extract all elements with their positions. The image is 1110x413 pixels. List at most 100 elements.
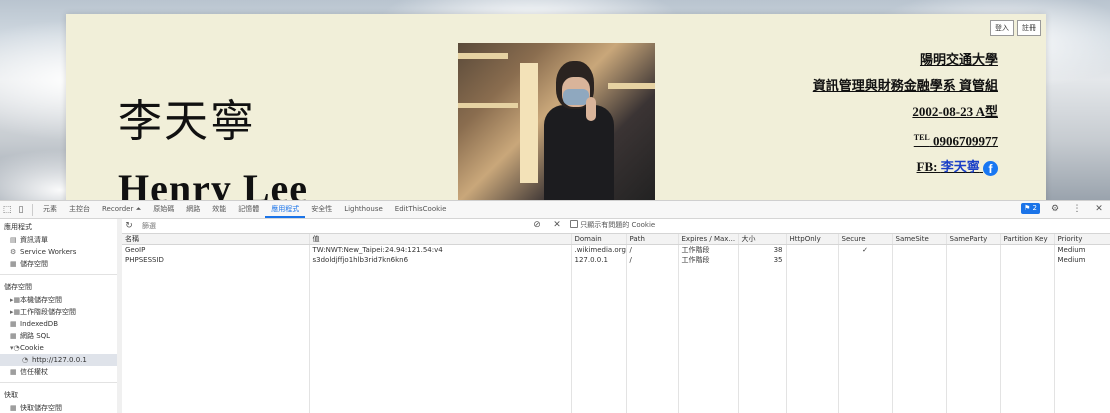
divider [32,203,33,216]
cookie-httponly [786,255,839,265]
sidebar-item-label: IndexedDB [20,320,58,328]
cookie-secure [838,255,893,265]
facebook-line[interactable]: FB: 李天寧 f [813,159,998,177]
facebook-icon[interactable]: f [983,161,998,177]
cookie-partition-key [1000,255,1055,265]
column-divider [786,256,787,413]
cookie-filterbar: ↻ ⊘ ✕ 只顯示有問題的 Cookie [122,219,1110,234]
delete-selected-icon[interactable]: ✕ [550,220,564,230]
refresh-icon[interactable]: ↻ [122,221,136,231]
sidebar-item-cookie-origin[interactable]: ◔ http://127.0.0.1 [0,354,117,366]
sidebar-item-cache-storage[interactable]: ▦ 快取儲存空間 [0,402,117,413]
sidebar-item-trust-tokens[interactable]: ▦ 信任權杖 [0,366,117,378]
cookie-domain: 127.0.0.1 [571,255,627,265]
gear-icon: ⚙ [10,248,17,256]
cookie-expires: 工作階段 [678,255,739,265]
column-header-path[interactable]: Path [626,234,679,245]
name-chinese: 李天寧 [118,97,256,146]
column-divider [1000,256,1001,413]
facebook-link[interactable]: 李天寧 [941,159,980,174]
sidebar-item-local-storage[interactable]: ▸▦本機儲存空間 [0,294,117,306]
tab-editthiscookie[interactable]: EditThisCookie [389,201,453,218]
sidebar-item-web-sql[interactable]: ▦ 網路 SQL [0,330,117,342]
close-icon[interactable]: ✕ [1092,204,1106,214]
column-divider [738,256,739,413]
birth-date: 2002-08-23 A型 [912,104,998,119]
column-header-domain[interactable]: Domain [571,234,627,245]
cookie-sameparty [946,244,1001,255]
divider [0,382,117,383]
issues-count: 2 [1032,204,1037,212]
cookie-path: / [626,244,679,255]
sidebar-item-label: 工作階段儲存空間 [20,308,76,316]
tab-sources[interactable]: 原始碼 [147,201,180,218]
application-sidebar: 應用程式 ▤ 資訊清單 ⚙ Service Workers ▦ 儲存空間 儲存空間 ▸… [0,219,118,413]
cookie-value: TW:NWT:New_Taipei:24.94:121.54:v4 [309,244,572,255]
column-header-priority[interactable]: Priority [1054,234,1110,245]
auth-bar: 登入 註冊 [990,20,1041,36]
cookie-panel: ↻ ⊘ ✕ 只顯示有問題的 Cookie 名稱 值 Domain Path [122,219,1110,413]
table-row[interactable]: GeoIP TW:NWT:New_Taipei:24.94:121.54:v4 … [122,244,1110,255]
cookie-name: PHPSESSID [122,255,310,265]
database-icon: ▦ [10,260,17,268]
cookie-table: 名稱 值 Domain Path Expires / Max... 大小 Htt… [122,234,1110,265]
sidebar-section-cache: 快取 [4,391,18,399]
tab-elements[interactable]: 元素 [37,201,63,218]
column-header-expires[interactable]: Expires / Max... [678,234,739,245]
phone-number: 0906709977 [933,133,998,149]
cookie-samesite [892,244,947,255]
column-divider [678,256,679,413]
sidebar-item-manifest[interactable]: ▤ 資訊清單 [0,234,117,246]
register-button[interactable]: 註冊 [1017,20,1041,36]
sidebar-item-label: 資訊清單 [20,236,48,244]
cookie-size: 38 [738,244,787,255]
issues-badge[interactable]: ⚑ 2 [1021,203,1040,214]
gear-icon[interactable]: ⚙ [1048,204,1062,214]
sidebar-item-storage[interactable]: ▦ 儲存空間 [0,258,117,270]
login-button[interactable]: 登入 [990,20,1014,36]
column-divider [626,256,627,413]
checkbox-box[interactable] [570,220,578,228]
column-divider [946,256,947,413]
school-name: 陽明交通大學 [919,52,998,67]
tab-recorder[interactable]: Recorder ⏶ [96,201,147,218]
device-toolbar-icon[interactable]: ▯ [14,205,28,215]
sidebar-item-cookies[interactable]: ▾◔Cookie [0,342,117,354]
only-issues-checkbox[interactable]: 只顯示有問題的 Cookie [570,220,655,230]
phone-line: TEL 0906709977 [813,130,998,148]
column-header-samesite[interactable]: SameSite [892,234,947,245]
more-options-icon[interactable]: ⋮ [1070,204,1084,214]
sidebar-section-storage: 儲存空間 [4,283,32,291]
tab-lighthouse[interactable]: Lighthouse [338,201,389,218]
column-divider [838,256,839,413]
column-header-value[interactable]: 值 [309,234,572,245]
sidebar-item-indexeddb[interactable]: ▦ IndexedDB [0,318,117,330]
cookie-domain: .wikimedia.org [571,244,627,255]
column-header-httponly[interactable]: HttpOnly [786,234,839,245]
column-header-sameparty[interactable]: SameParty [946,234,1001,245]
sidebar-item-label: 快取儲存空間 [20,404,62,412]
cookie-sameparty [946,255,1001,265]
filter-input[interactable] [140,221,524,231]
column-header-partition-key[interactable]: Partition Key [1000,234,1055,245]
column-header-size[interactable]: 大小 [738,234,787,245]
inspect-element-icon[interactable]: ⬚ [0,205,14,215]
sidebar-item-service-workers[interactable]: ⚙ Service Workers [0,246,117,258]
tab-performance[interactable]: 效能 [206,201,232,218]
tab-console[interactable]: 主控台 [63,201,96,218]
column-header-secure[interactable]: Secure [838,234,893,245]
database-icon: ▦ [10,368,17,376]
clear-all-icon[interactable]: ⊘ [530,220,544,230]
cookie-icon: ◔ [22,356,29,364]
tab-application[interactable]: 應用程式 [265,201,306,218]
tab-memory[interactable]: 記憶體 [232,201,265,218]
tab-network[interactable]: 網路 [180,201,206,218]
sidebar-item-label: http://127.0.0.1 [32,356,87,364]
sidebar-item-label: Service Workers [20,248,77,256]
column-header-name[interactable]: 名稱 [122,234,310,245]
sidebar-section-application: 應用程式 [4,223,32,231]
cookie-partition-key [1000,244,1055,255]
table-row[interactable]: PHPSESSID s3doldjffjo1hlb3rid7kn6kn6 127… [122,255,1110,265]
sidebar-item-session-storage[interactable]: ▸▦工作階段儲存空間 [0,306,117,318]
tab-security[interactable]: 安全性 [305,201,338,218]
